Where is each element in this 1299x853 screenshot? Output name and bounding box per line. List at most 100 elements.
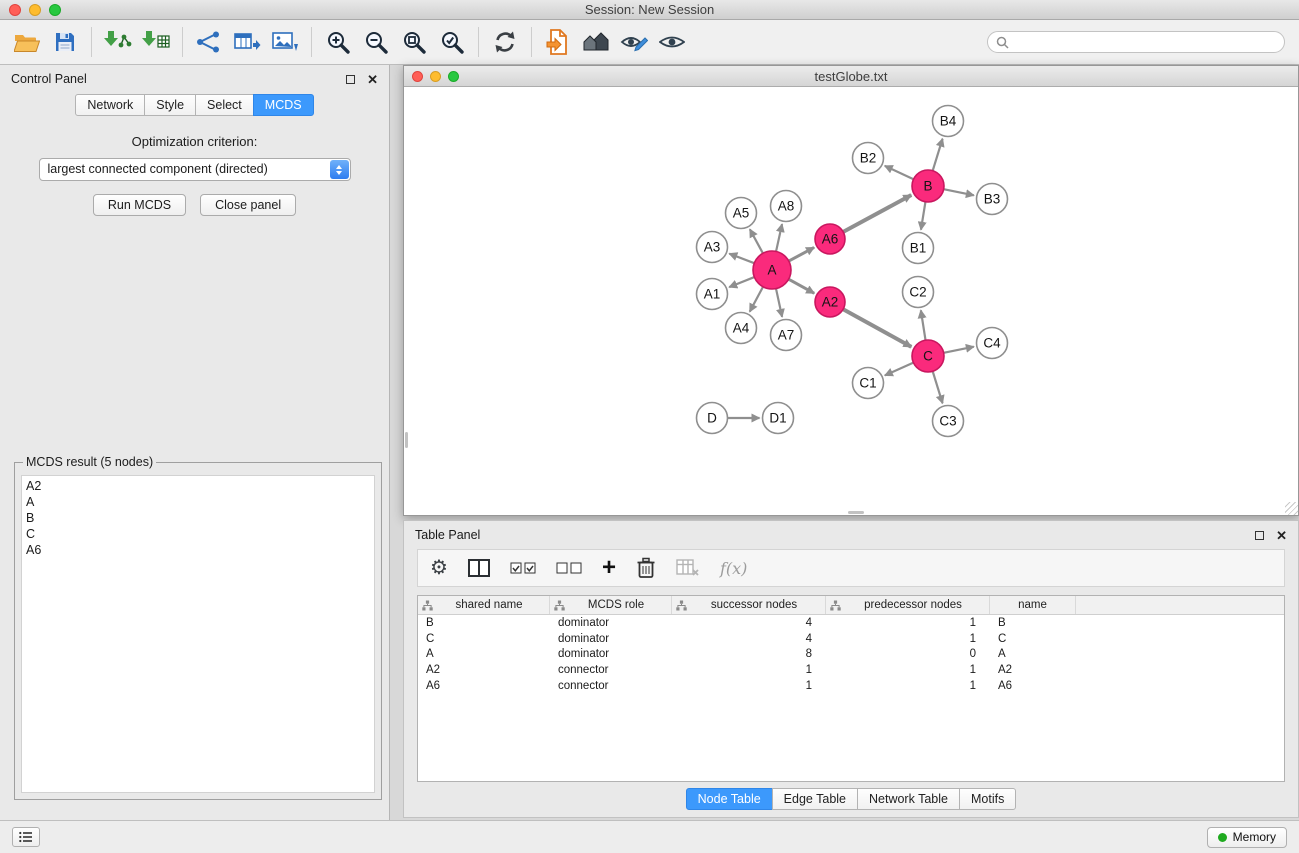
graph-edge-A2-C[interactable] (843, 309, 911, 347)
graph-edge-B-B2[interactable] (885, 166, 914, 179)
resize-handle[interactable] (1285, 502, 1298, 515)
graph-edge-B-B3[interactable] (944, 189, 974, 195)
unselect-all-columns-icon[interactable] (556, 560, 582, 576)
graph-node-C[interactable]: C (912, 340, 944, 372)
graph-node-D[interactable]: D (697, 403, 728, 434)
column-header[interactable]: name (990, 596, 1076, 614)
graph-edge-A-A6[interactable] (789, 247, 814, 261)
close-window-icon[interactable] (412, 71, 423, 82)
zoom-in-button[interactable] (319, 24, 357, 60)
close-window-icon[interactable] (9, 4, 21, 16)
delete-column-icon[interactable] (636, 557, 656, 579)
graph-edge-C-C1[interactable] (885, 363, 914, 376)
graph-node-A4[interactable]: A4 (726, 313, 757, 344)
minimize-window-icon[interactable] (29, 4, 41, 16)
graph-node-A1[interactable]: A1 (697, 279, 728, 310)
zoom-fit-button[interactable] (395, 24, 433, 60)
close-panel-icon[interactable]: ✕ (1276, 529, 1287, 542)
select-all-columns-icon[interactable] (510, 560, 536, 576)
graph-node-C3[interactable]: C3 (933, 406, 964, 437)
result-item[interactable]: A6 (26, 542, 370, 558)
column-header[interactable]: predecessor nodes (826, 596, 990, 614)
result-item[interactable]: A (26, 494, 370, 510)
mcds-result-list[interactable]: A2 A B C A6 (21, 475, 375, 793)
import-network-button[interactable] (99, 24, 137, 60)
graph-edge-A6-B[interactable] (843, 195, 911, 232)
graph-edge-A-A3[interactable] (729, 254, 754, 264)
result-item[interactable]: B (26, 510, 370, 526)
graph-edge-A-A4[interactable] (750, 287, 763, 312)
tab-select[interactable]: Select (195, 94, 254, 116)
graph-node-A2[interactable]: A2 (815, 287, 845, 317)
export-table-button[interactable] (228, 24, 266, 60)
table-row[interactable]: B dominator 4 1 B (418, 615, 1284, 631)
column-header[interactable]: MCDS role (550, 596, 672, 614)
zoom-window-icon[interactable] (448, 71, 459, 82)
graph-edge-C-C4[interactable] (944, 347, 974, 353)
table-row[interactable]: A2 connector 1 1 A2 (418, 662, 1284, 678)
add-column-icon[interactable]: + (602, 556, 616, 580)
graph-edge-A-A8[interactable] (776, 224, 782, 251)
graph-edge-C-C3[interactable] (933, 371, 943, 403)
zoom-window-icon[interactable] (49, 4, 61, 16)
graph-node-A3[interactable]: A3 (697, 232, 728, 263)
document-export-button[interactable] (539, 24, 577, 60)
memory-button[interactable]: Memory (1207, 827, 1287, 848)
minimize-window-icon[interactable] (430, 71, 441, 82)
tab-edge-table[interactable]: Edge Table (772, 788, 858, 810)
open-session-button[interactable] (8, 24, 46, 60)
tab-node-table[interactable]: Node Table (686, 788, 773, 810)
graph-node-C2[interactable]: C2 (903, 277, 934, 308)
graph-edge-A-A2[interactable] (789, 279, 815, 293)
close-panel-button[interactable]: Close panel (200, 194, 296, 216)
graph-node-B1[interactable]: B1 (903, 233, 934, 264)
refresh-view-button[interactable] (486, 24, 524, 60)
tab-network-table[interactable]: Network Table (857, 788, 960, 810)
home-button[interactable] (577, 24, 615, 60)
table-row[interactable]: A6 connector 1 1 A6 (418, 678, 1284, 694)
tab-style[interactable]: Style (144, 94, 196, 116)
float-panel-icon[interactable] (346, 75, 355, 84)
tab-network[interactable]: Network (75, 94, 145, 116)
graph-node-B2[interactable]: B2 (853, 143, 884, 174)
table-row[interactable]: A dominator 8 0 A (418, 646, 1284, 662)
graph-edge-A-A7[interactable] (776, 289, 782, 317)
vertical-scroll-thumb[interactable] (405, 432, 408, 448)
graph-edge-B-B4[interactable] (933, 139, 943, 171)
tab-motifs[interactable]: Motifs (959, 788, 1016, 810)
export-network-button[interactable] (190, 24, 228, 60)
run-mcds-button[interactable]: Run MCDS (93, 194, 186, 216)
table-row[interactable]: C dominator 4 1 C (418, 631, 1284, 647)
graph-node-D1[interactable]: D1 (763, 403, 794, 434)
network-canvas[interactable]: B4B2BB3A5A8A6A3B1AC2A1A2A4A7C4CC1C3DD1 (404, 87, 1298, 515)
graph-edge-A-A5[interactable] (750, 229, 763, 253)
import-table-button[interactable] (137, 24, 175, 60)
graph-edge-C-C2[interactable] (921, 310, 926, 340)
search-input[interactable] (1014, 35, 1276, 49)
network-window-titlebar[interactable]: testGlobe.txt (404, 66, 1298, 87)
gear-icon[interactable]: ⚙ (430, 558, 448, 578)
toolbar-search[interactable] (987, 31, 1285, 53)
result-item[interactable]: C (26, 526, 370, 542)
save-session-button[interactable] (46, 24, 84, 60)
zoom-out-button[interactable] (357, 24, 395, 60)
graphics-details-button[interactable] (615, 24, 653, 60)
graph-node-B4[interactable]: B4 (933, 106, 964, 137)
graph-node-C1[interactable]: C1 (853, 368, 884, 399)
graph-node-B3[interactable]: B3 (977, 184, 1008, 215)
float-panel-icon[interactable] (1255, 531, 1264, 540)
zoom-selected-button[interactable] (433, 24, 471, 60)
task-history-button[interactable] (12, 827, 40, 847)
show-columns-icon[interactable] (468, 558, 490, 578)
horizontal-scroll-thumb[interactable] (848, 511, 864, 514)
graph-node-C4[interactable]: C4 (977, 328, 1008, 359)
column-header[interactable]: successor nodes (672, 596, 826, 614)
birds-eye-button[interactable] (653, 24, 691, 60)
graph-node-A7[interactable]: A7 (771, 320, 802, 351)
result-item[interactable]: A2 (26, 478, 370, 494)
optimization-criterion-dropdown[interactable]: largest connected component (directed) (39, 158, 351, 181)
close-panel-icon[interactable]: ✕ (367, 73, 378, 86)
graph-edge-B-B1[interactable] (921, 202, 926, 230)
graph-node-A8[interactable]: A8 (771, 191, 802, 222)
export-image-button[interactable] (266, 24, 304, 60)
